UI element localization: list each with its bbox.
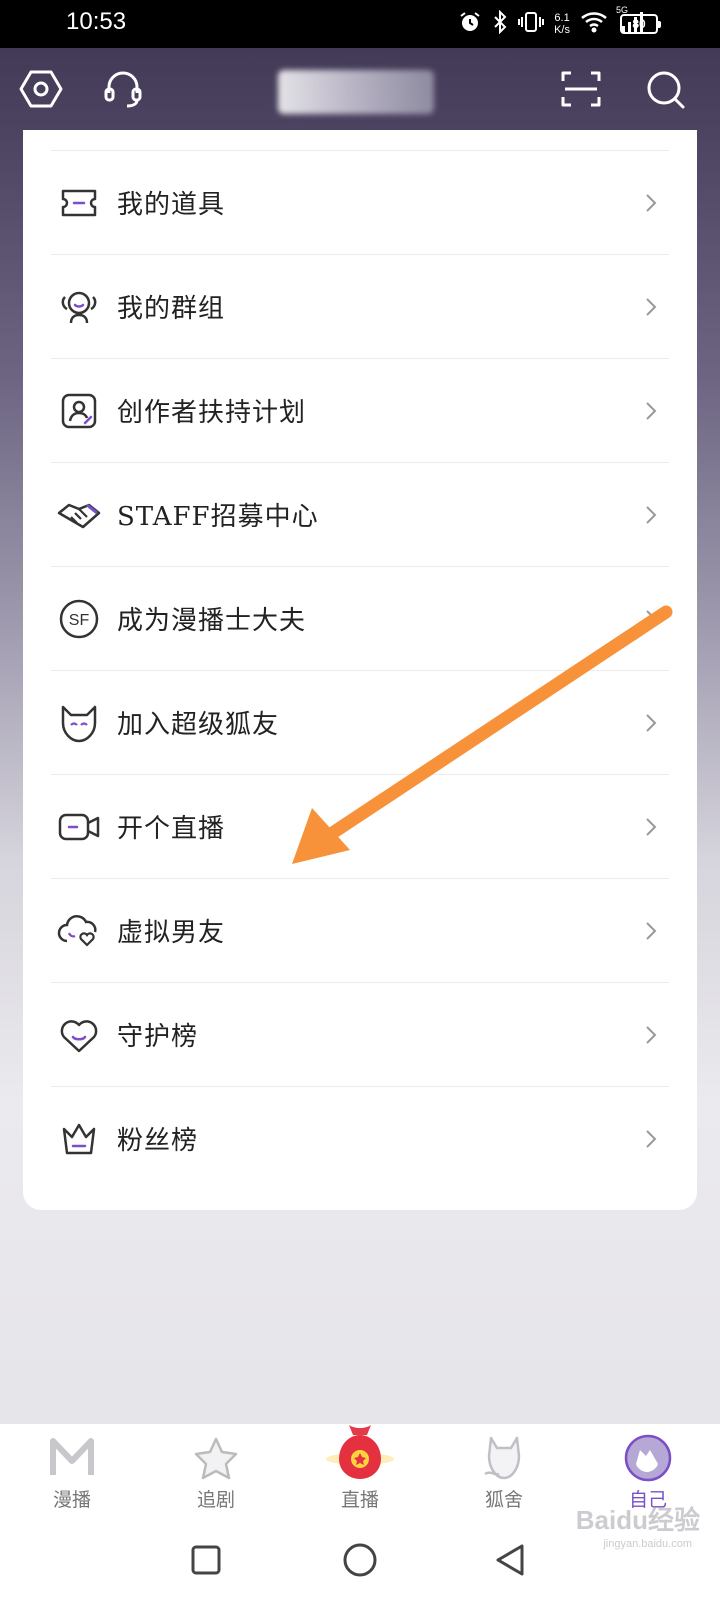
tab-live[interactable]: 直播 bbox=[288, 1424, 432, 1524]
menu-item-my-props[interactable]: 我的道具 bbox=[51, 150, 669, 254]
tab-label: 漫播 bbox=[52, 1489, 91, 1511]
menu-item-label: 创作者扶持计划 bbox=[117, 398, 307, 428]
scan-icon bbox=[559, 67, 603, 115]
fox-icon bbox=[55, 699, 103, 747]
heart-icon bbox=[55, 1011, 103, 1059]
chevron-right-icon bbox=[646, 505, 657, 524]
net-speed: 6.1 K/s bbox=[554, 12, 570, 36]
net-speed-unit: K/s bbox=[554, 24, 570, 36]
status-bar: 10:53 6.1 K/s 5G 80 bbox=[0, 0, 720, 48]
status-icons: 6.1 K/s 5G bbox=[458, 5, 646, 38]
menu-item-label: 我的道具 bbox=[117, 190, 226, 220]
back-button[interactable] bbox=[490, 1542, 530, 1582]
menu-item-staff-recruitment[interactable]: STAFF招募中心 bbox=[51, 462, 669, 566]
chevron-right-icon bbox=[646, 921, 657, 940]
profile-header bbox=[0, 48, 720, 132]
m-logo-icon bbox=[47, 1433, 97, 1483]
sf-badge-icon: SF bbox=[55, 595, 103, 643]
headset-icon bbox=[101, 67, 145, 115]
menu-item-become-sf[interactable]: SF 成为漫播士大夫 bbox=[51, 566, 669, 670]
wifi-icon bbox=[580, 11, 608, 37]
menu-item-virtual-boyfriend[interactable]: 虚拟男友 bbox=[51, 878, 669, 982]
crown-icon bbox=[55, 1115, 103, 1163]
watermark-url: jingyan.baidu.com bbox=[603, 1538, 692, 1550]
recent-apps-button[interactable] bbox=[186, 1542, 226, 1582]
tab-manbo[interactable]: 漫播 bbox=[0, 1424, 144, 1524]
triangle-back-icon bbox=[494, 1543, 526, 1581]
settings-button[interactable] bbox=[18, 68, 64, 114]
menu-item-creator-support[interactable]: 创作者扶持计划 bbox=[51, 358, 669, 462]
menu-item-label: STAFF招募中心 bbox=[117, 502, 319, 532]
hexagon-settings-icon bbox=[19, 67, 63, 115]
handshake-icon bbox=[55, 491, 103, 539]
menu-item-label: 守护榜 bbox=[117, 1022, 199, 1052]
camera-icon bbox=[55, 803, 103, 851]
lucky-bag-icon bbox=[325, 1419, 395, 1483]
net-speed-value: 6.1 bbox=[554, 12, 570, 24]
watermark-logo: Baidu经验 bbox=[575, 1505, 700, 1535]
creator-icon bbox=[55, 387, 103, 435]
chevron-right-icon bbox=[646, 1025, 657, 1044]
ticket-icon bbox=[55, 179, 103, 227]
menu-item-label: 虚拟男友 bbox=[117, 918, 226, 948]
chevron-right-icon bbox=[646, 609, 657, 628]
blurred-username bbox=[278, 70, 434, 114]
menu-item-my-groups[interactable]: 我的群组 bbox=[51, 254, 669, 358]
menu-item-guardian-board[interactable]: 守护榜 bbox=[51, 982, 669, 1086]
menu-item-label: 我的群组 bbox=[117, 294, 226, 324]
chevron-right-icon bbox=[646, 1129, 657, 1148]
alarm-icon bbox=[458, 10, 482, 38]
menu-item-label: 成为漫播士大夫 bbox=[117, 606, 307, 636]
circle-icon bbox=[342, 1542, 378, 1582]
search-icon bbox=[643, 67, 687, 115]
bluetooth-icon bbox=[492, 9, 508, 38]
avatar-icon bbox=[623, 1433, 673, 1483]
menu-item-fan-board[interactable]: 粉丝榜 bbox=[51, 1086, 669, 1190]
tab-fox-house[interactable]: 狐舍 bbox=[432, 1424, 576, 1524]
tab-follow-drama[interactable]: 追剧 bbox=[144, 1424, 288, 1524]
scan-button[interactable] bbox=[558, 68, 604, 114]
battery-indicator: 80 bbox=[620, 14, 661, 34]
menu-item-label: 加入超级狐友 bbox=[117, 710, 280, 740]
chevron-right-icon bbox=[646, 297, 657, 316]
tab-label: 追剧 bbox=[196, 1489, 235, 1511]
status-time: 10:53 bbox=[66, 8, 127, 35]
fox-house-icon bbox=[479, 1433, 529, 1483]
star-icon bbox=[191, 1433, 241, 1483]
heart-cloud-icon bbox=[55, 907, 103, 955]
search-button[interactable] bbox=[642, 68, 688, 114]
chevron-right-icon bbox=[646, 193, 657, 212]
square-icon bbox=[190, 1544, 222, 1580]
menu-item-start-live[interactable]: 开个直播 bbox=[51, 774, 669, 878]
home-button[interactable] bbox=[340, 1542, 380, 1582]
chevron-right-icon bbox=[646, 713, 657, 732]
vibrate-icon bbox=[518, 10, 545, 38]
menu-card: 我的道具 我的群组 创作者扶持计划 STAFF招募中心 SF 成为漫播士大夫 加… bbox=[23, 130, 697, 1210]
tab-label: 狐舍 bbox=[484, 1489, 523, 1511]
svg-text:SF: SF bbox=[69, 612, 90, 629]
menu-item-label: 开个直播 bbox=[117, 814, 226, 844]
chevron-right-icon bbox=[646, 401, 657, 420]
menu-item-super-fox-friend[interactable]: 加入超级狐友 bbox=[51, 670, 669, 774]
group-icon bbox=[55, 283, 103, 331]
menu-item-label: 粉丝榜 bbox=[117, 1126, 199, 1156]
tab-label: 直播 bbox=[340, 1489, 379, 1511]
chevron-right-icon bbox=[646, 817, 657, 836]
customer-service-button[interactable] bbox=[100, 68, 146, 114]
